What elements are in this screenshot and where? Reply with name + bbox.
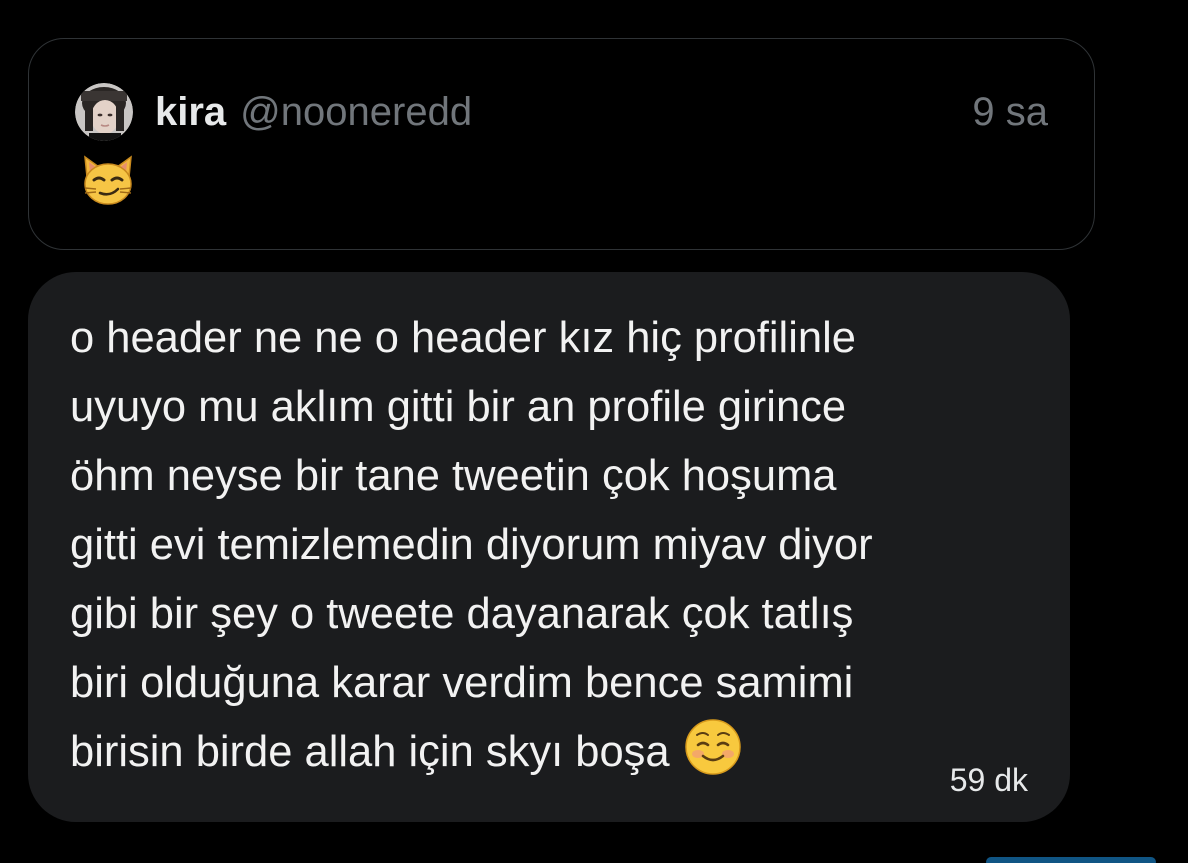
message-bubble[interactable]: o header ne ne o header kız hiç profilin… [28,272,1070,822]
message-timestamp: 59 dk [949,762,1028,798]
author-handle[interactable]: @nooneredd [240,92,472,132]
smiling-face-icon [684,718,742,776]
avatar[interactable] [75,83,133,141]
quoted-tweet-card[interactable]: kira @nooneredd 9 sa [28,38,1095,250]
message-text: o header ne ne o header kız hiç profilin… [70,304,1000,787]
message-body: o header ne ne o header kız hiç profilin… [70,314,873,776]
dm-conversation-view: kira @nooneredd 9 sa o header ne ne o he… [0,0,1188,863]
smirking-cat-face-icon [79,151,137,209]
author-name[interactable]: kira [155,92,226,132]
quoted-tweet-header: kira @nooneredd 9 sa [75,83,1048,141]
tweet-timestamp: 9 sa [972,90,1048,134]
scroll-indicator [986,857,1156,863]
